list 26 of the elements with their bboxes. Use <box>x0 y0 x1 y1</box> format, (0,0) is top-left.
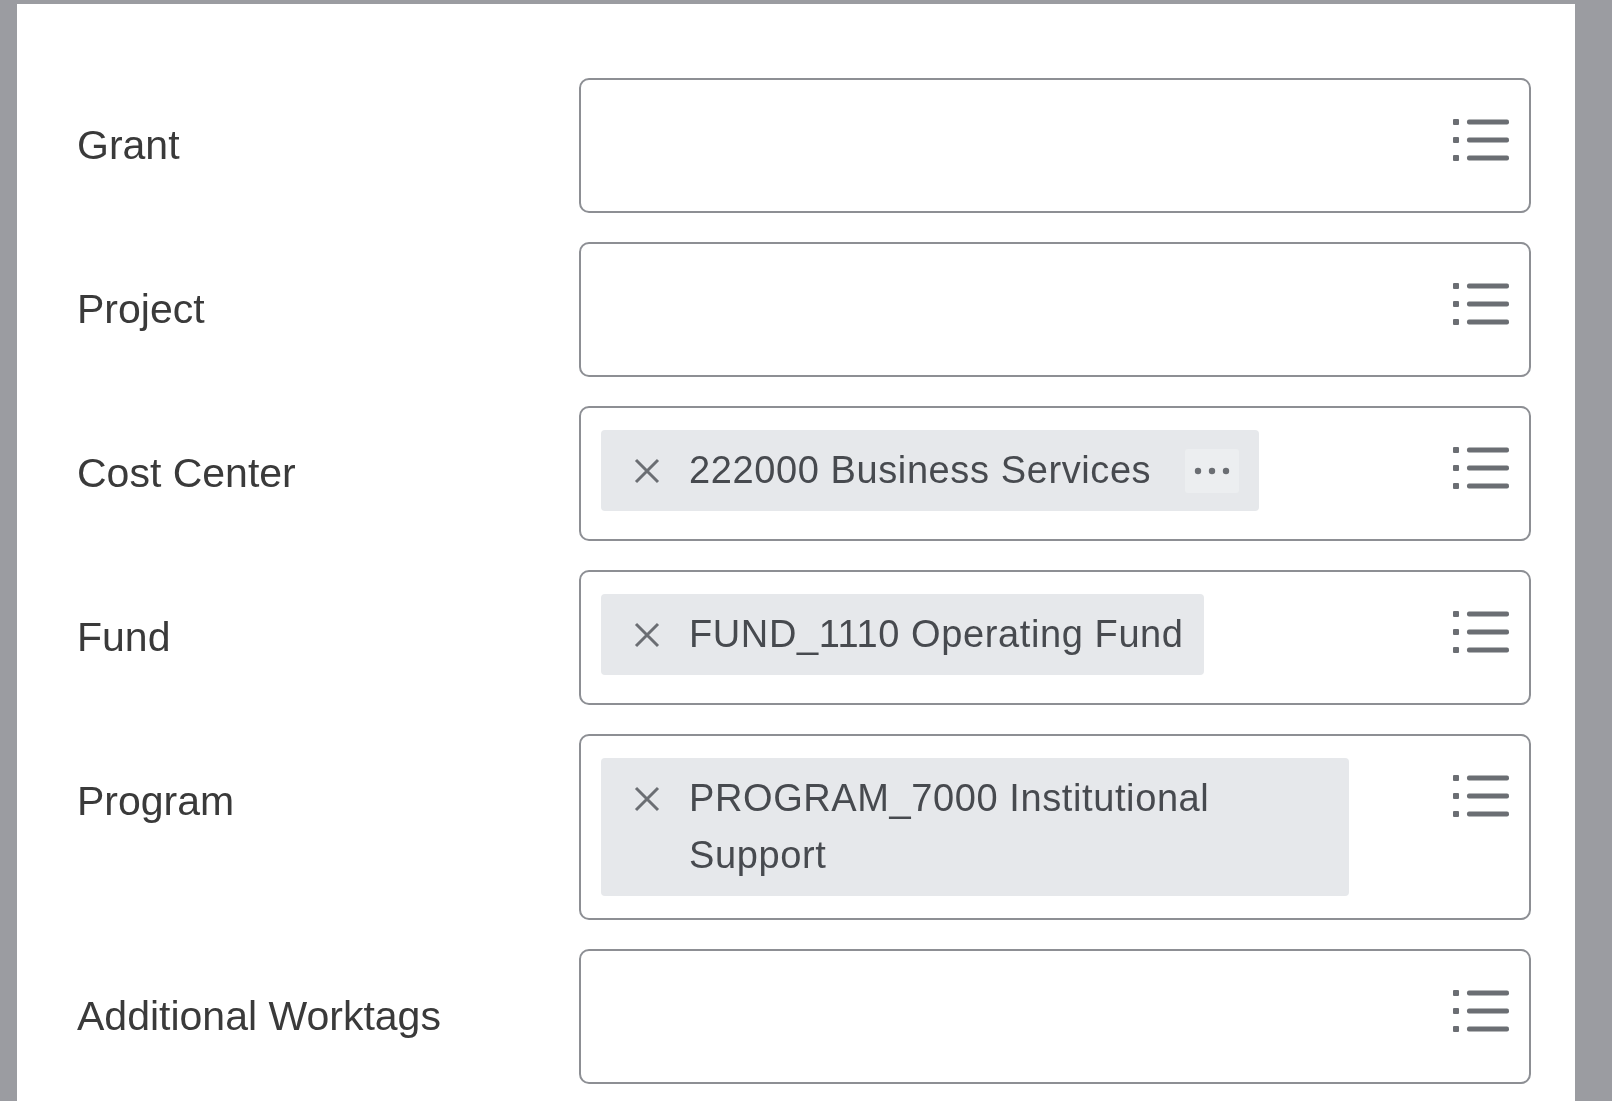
field-label: Cost Center <box>77 449 297 498</box>
field-label: Grant <box>77 121 181 170</box>
tag-text: PROGRAM_7000 Institutional Support <box>689 776 1211 878</box>
input-field[interactable] <box>579 949 1531 1084</box>
input-field[interactable]: PROGRAM_7000 Institutional Support <box>579 734 1531 920</box>
close-icon <box>633 621 661 649</box>
list-icon[interactable] <box>1453 281 1509 327</box>
close-icon <box>633 457 661 485</box>
field-label: Project <box>77 285 206 334</box>
tag-text: 222000 Business Services <box>689 448 1152 493</box>
field-label: Fund <box>77 613 172 662</box>
list-icon[interactable] <box>1453 988 1509 1034</box>
input-field[interactable]: 222000 Business Services <box>579 406 1531 541</box>
input-field[interactable] <box>579 78 1531 213</box>
input-field[interactable]: FUND_1110 Operating Fund <box>579 570 1531 705</box>
list-icon[interactable] <box>1453 609 1509 655</box>
input-field[interactable] <box>579 242 1531 377</box>
list-icon[interactable] <box>1453 773 1509 819</box>
field-label: Program <box>77 777 236 826</box>
more-icon <box>1193 467 1232 475</box>
tag-text: FUND_1110 Operating Fund <box>689 612 1184 657</box>
field-label: Additional Worktags <box>77 992 442 1041</box>
list-icon[interactable] <box>1453 117 1509 163</box>
more-button[interactable] <box>1185 449 1240 493</box>
list-icon[interactable] <box>1453 445 1509 491</box>
close-icon <box>633 785 661 813</box>
